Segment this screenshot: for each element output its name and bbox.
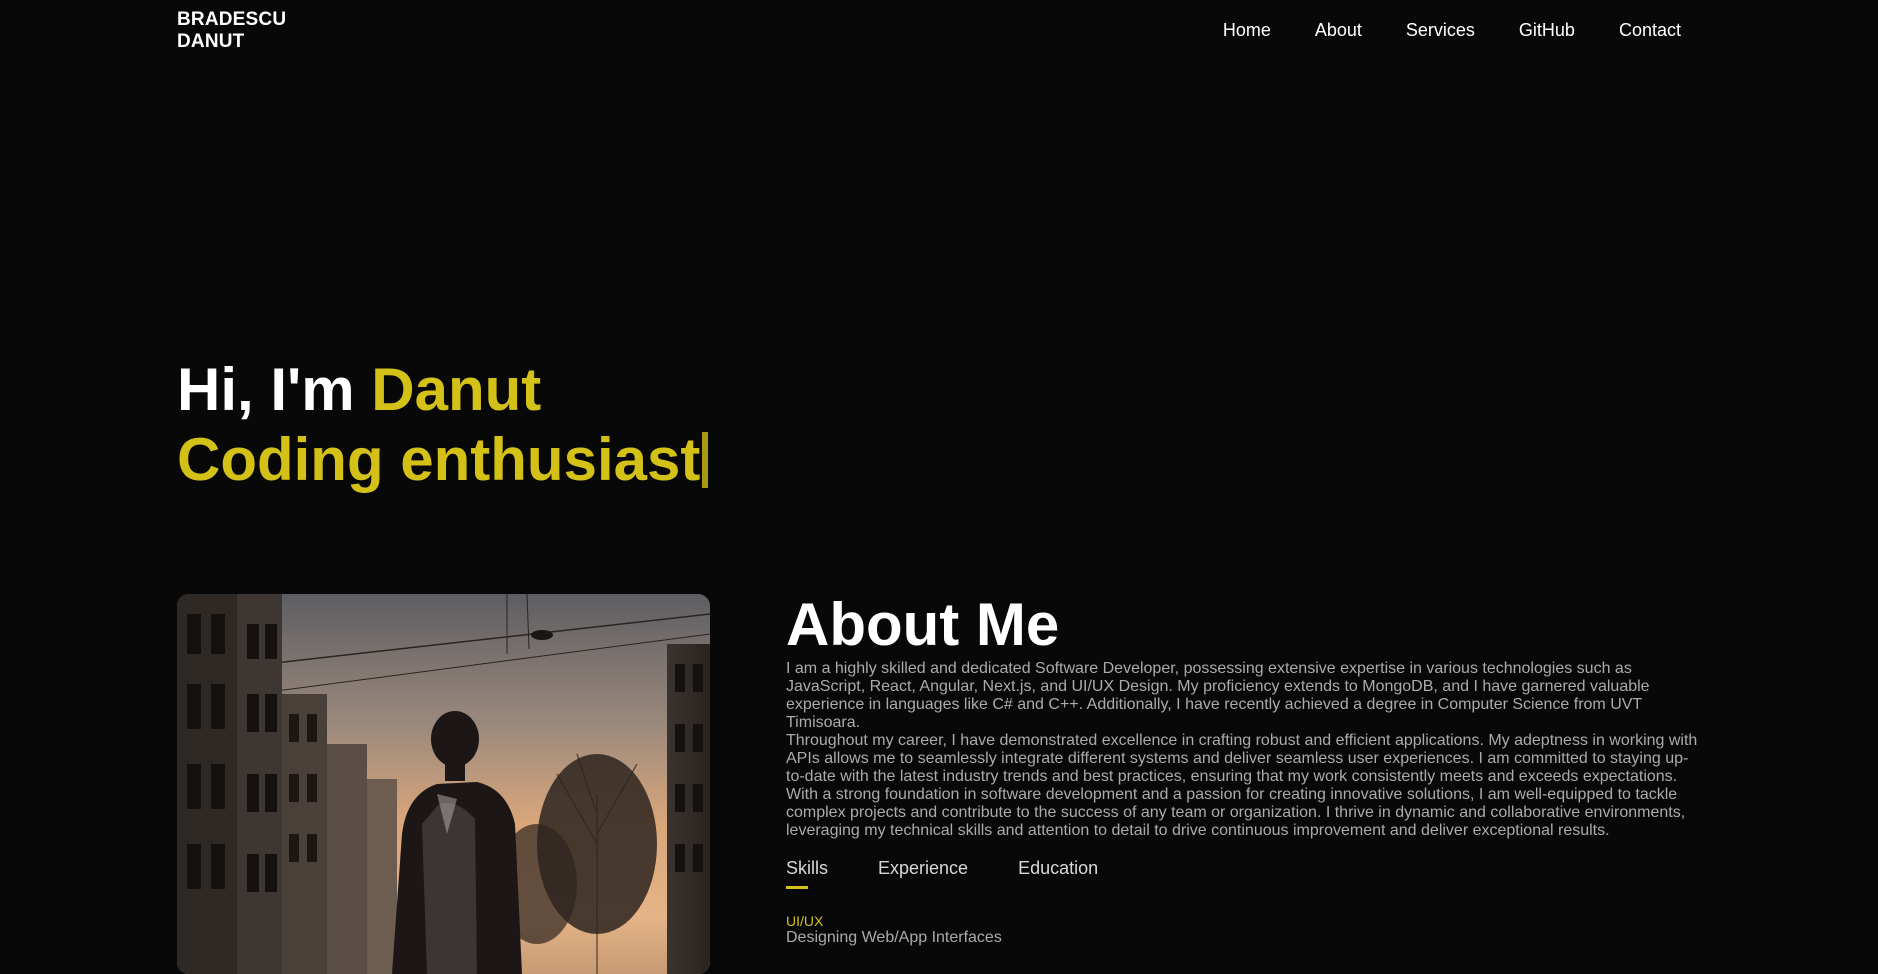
hero-heading: Hi, I'm Danut Coding enthusiast [177, 355, 709, 495]
about-paragraph-1: I am a highly skilled and dedicated Soft… [786, 660, 1650, 731]
tab-education[interactable]: Education [1018, 858, 1098, 889]
nav-link-github[interactable]: GitHub [1519, 20, 1575, 41]
about-paragraph-2: Throughout my career, I have demonstrate… [786, 732, 1698, 839]
navbar: BRADESCU DANUT Home About Services GitHu… [0, 0, 1878, 60]
hero-line-1: Hi, I'm Danut [177, 355, 708, 425]
hero-greeting: Hi, I'm [177, 356, 372, 423]
nav-links: Home About Services GitHub Contact [1179, 20, 1681, 41]
nav-link-home[interactable]: Home [1223, 20, 1271, 41]
nav-link-contact[interactable]: Contact [1619, 20, 1681, 41]
about-tabs: Skills Experience Education [786, 858, 1701, 889]
about-section: About Me I am a highly skilled and dedic… [786, 590, 1701, 947]
nav-link-services[interactable]: Services [1406, 20, 1475, 41]
skill-description: Designing Web/App Interfaces [786, 929, 1002, 946]
nav-link-about[interactable]: About [1315, 20, 1362, 41]
typing-cursor [702, 432, 709, 488]
hero-line-2: Coding enthusiast [177, 425, 709, 495]
tab-experience[interactable]: Experience [878, 858, 968, 889]
profile-photo-image [177, 594, 710, 974]
about-title: About Me [786, 591, 1060, 658]
profile-photo [177, 594, 710, 974]
hero-name: Danut [371, 356, 542, 423]
tab-skills[interactable]: Skills [786, 858, 828, 889]
hero-subtitle: Coding enthusiast [177, 426, 701, 493]
logo-line-1: BRADESCU [177, 9, 287, 30]
skill-name: UI/UX [786, 913, 824, 929]
logo-line-2: DANUT [177, 31, 245, 52]
site-logo[interactable]: BRADESCU DANUT [177, 9, 317, 53]
skill-item: UI/UX Designing Web/App Interfaces [786, 913, 1701, 947]
